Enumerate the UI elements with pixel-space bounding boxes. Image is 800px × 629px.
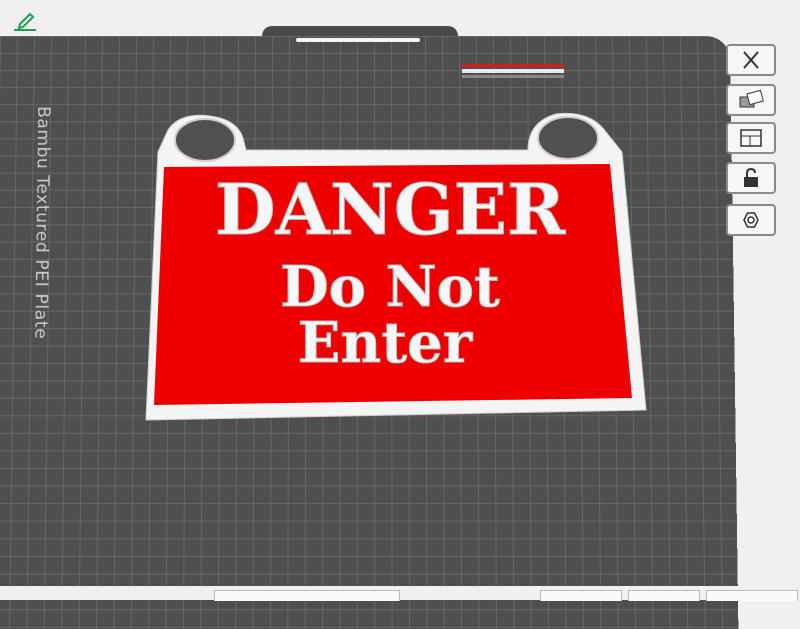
close-icon: [743, 51, 759, 69]
auto-orient-button[interactable]: [726, 84, 776, 116]
build-plate[interactable]: Bambu Textured PEI Plate: [0, 36, 739, 629]
bottom-bar: [0, 586, 800, 601]
bottom-segment-3[interactable]: [628, 590, 700, 601]
auto-orient-icon: [739, 89, 764, 108]
close-button[interactable]: [726, 44, 776, 76]
bottom-segment-4[interactable]: [706, 590, 798, 601]
right-toolbar: [726, 44, 776, 244]
bottom-segment-1[interactable]: [214, 590, 400, 601]
lock-button[interactable]: [726, 162, 776, 194]
plate-badge: [462, 64, 564, 80]
lock-icon: [744, 167, 758, 187]
hexagon-button[interactable]: [726, 204, 776, 236]
arrange-icon: [740, 129, 762, 147]
edit-pencil-icon[interactable]: [10, 8, 40, 32]
plate-tab-handle[interactable]: [296, 38, 420, 42]
arrange-button[interactable]: [726, 122, 776, 154]
bottom-segment-2[interactable]: [540, 590, 622, 601]
hexagon-nut-icon: [743, 212, 759, 228]
plate-label: Bambu Textured PEI Plate: [30, 106, 54, 340]
